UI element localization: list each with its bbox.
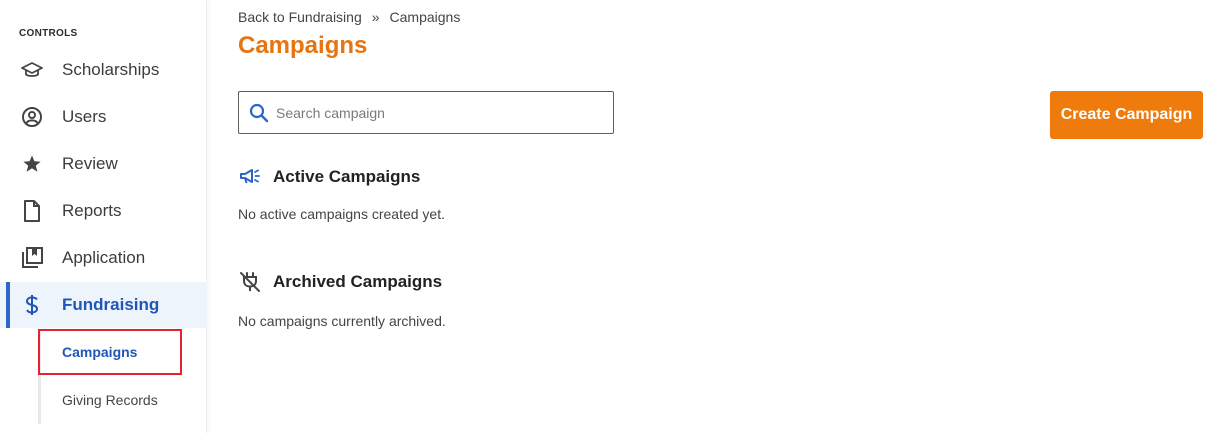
- sidebar-item-users[interactable]: Users: [0, 94, 207, 140]
- sidebar-item-fundraising[interactable]: Fundraising: [0, 282, 207, 328]
- breadcrumb-separator: »: [371, 9, 380, 25]
- create-campaign-button[interactable]: Create Campaign: [1050, 91, 1203, 139]
- search-input[interactable]: [276, 97, 596, 128]
- sidebar-item-label: Fundraising: [62, 295, 160, 314]
- active-campaigns-empty-message: No active campaigns created yet.: [238, 206, 445, 222]
- sidebar-item-label: Review: [62, 154, 118, 173]
- star-icon: [21, 153, 43, 175]
- user-circle-icon: [21, 106, 43, 128]
- sidebar-item-label: Reports: [62, 201, 122, 220]
- breadcrumb-current: Campaigns: [389, 9, 461, 25]
- book-stack-icon: [21, 247, 43, 269]
- sidebar-item-label: Application: [62, 248, 146, 267]
- search-icon: [248, 102, 270, 124]
- sidebar-item-label: Users: [62, 107, 107, 126]
- breadcrumb: Back to Fundraising » Campaigns: [238, 9, 460, 25]
- sidebar-item-label: Scholarships: [62, 60, 160, 79]
- document-icon: [21, 200, 43, 222]
- sidebar-item-review[interactable]: Review: [0, 141, 207, 187]
- dollar-icon: [21, 294, 43, 316]
- sidebar: CONTROLS Scholarships Users Review Repor…: [0, 0, 207, 433]
- graduation-cap-icon: [21, 59, 43, 81]
- sidebar-subitem-campaigns[interactable]: Campaigns: [38, 329, 182, 375]
- search-box: [238, 91, 614, 134]
- page-title: Campaigns: [238, 32, 368, 59]
- section-title: Active Campaigns: [273, 167, 421, 186]
- unplugged-icon: [238, 270, 262, 294]
- breadcrumb-back-link[interactable]: Back to Fundraising: [238, 9, 362, 25]
- sidebar-item-reports[interactable]: Reports: [0, 188, 207, 234]
- section-title: Archived Campaigns: [273, 272, 443, 291]
- sidebar-item-scholarships[interactable]: Scholarships: [0, 47, 207, 93]
- sidebar-section-label: CONTROLS: [19, 28, 78, 39]
- archived-campaigns-empty-message: No campaigns currently archived.: [238, 313, 446, 329]
- sidebar-subitem-giving-records[interactable]: Giving Records: [38, 377, 182, 423]
- archived-campaigns-header: Archived Campaigns: [238, 270, 442, 294]
- sidebar-item-application[interactable]: Application: [0, 235, 207, 281]
- megaphone-icon: [238, 165, 262, 189]
- active-campaigns-header: Active Campaigns: [238, 165, 420, 189]
